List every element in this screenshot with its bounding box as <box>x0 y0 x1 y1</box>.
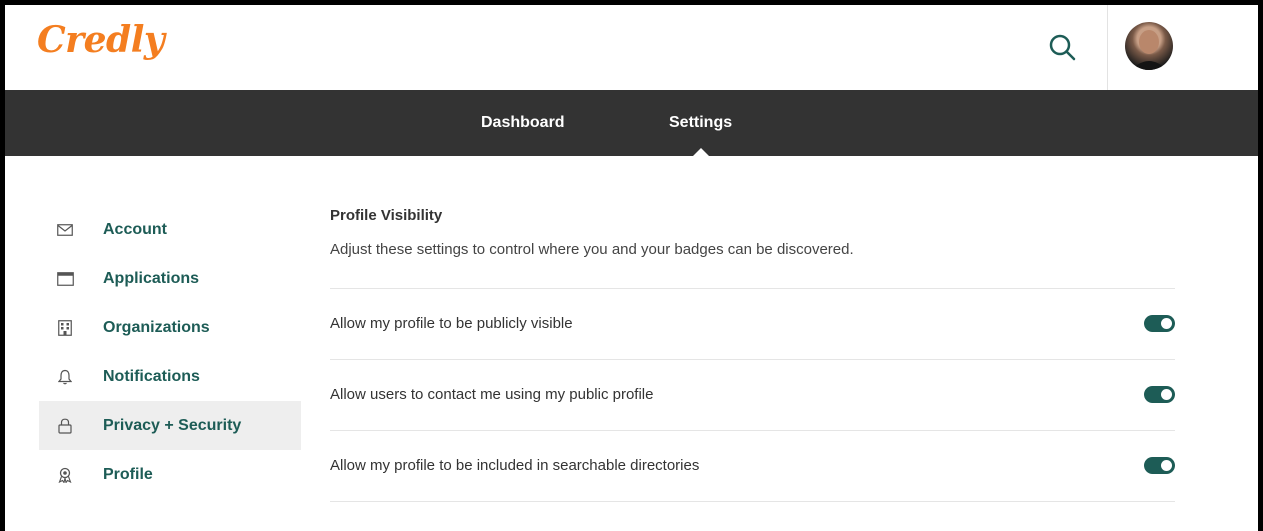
setting-row-public-visibility: Allow my profile to be publicly visible <box>330 288 1175 359</box>
settings-sidebar: Account Applications Organizations Notif… <box>39 205 301 499</box>
tab-dashboard[interactable]: Dashboard <box>481 90 565 156</box>
setting-row-searchable-directories: Allow my profile to be included in searc… <box>330 430 1175 502</box>
searchable-directories-toggle[interactable] <box>1144 457 1175 474</box>
section-title: Profile Visibility <box>330 207 443 224</box>
sidebar-item-label: Privacy + Security <box>103 416 242 434</box>
setting-label: Allow users to contact me using my publi… <box>330 386 654 403</box>
avatar[interactable] <box>1125 22 1173 70</box>
setting-label: Allow my profile to be publicly visible <box>330 315 573 332</box>
sidebar-item-profile[interactable]: Profile <box>39 450 301 499</box>
section-description: Adjust these settings to control where y… <box>330 241 854 258</box>
lock-icon <box>55 416 75 436</box>
window-icon <box>55 269 75 289</box>
public-visibility-toggle[interactable] <box>1144 315 1175 332</box>
top-header: Credly <box>5 5 1258 90</box>
badge-icon <box>55 465 75 485</box>
search-icon[interactable] <box>1045 30 1081 66</box>
toggle-knob <box>1161 460 1172 471</box>
credly-logo[interactable]: Credly <box>37 19 165 61</box>
main-navbar: Dashboard Settings <box>5 90 1258 156</box>
sidebar-item-label: Account <box>103 220 167 238</box>
app-window: Credly Dashboard Settings Account Applic… <box>0 0 1263 531</box>
sidebar-item-organizations[interactable]: Organizations <box>39 303 301 352</box>
sidebar-item-privacy-security[interactable]: Privacy + Security <box>39 401 301 450</box>
building-icon <box>55 318 75 338</box>
tab-settings[interactable]: Settings <box>669 90 732 156</box>
toggle-knob <box>1161 389 1172 400</box>
sidebar-item-label: Profile <box>103 465 153 483</box>
bell-icon <box>55 367 75 387</box>
toggle-knob <box>1161 318 1172 329</box>
setting-row-contact: Allow users to contact me using my publi… <box>330 359 1175 430</box>
active-tab-indicator <box>692 148 710 157</box>
contact-toggle[interactable] <box>1144 386 1175 403</box>
sidebar-item-label: Organizations <box>103 318 210 336</box>
sidebar-item-account[interactable]: Account <box>39 205 301 254</box>
header-divider <box>1107 5 1108 90</box>
sidebar-item-notifications[interactable]: Notifications <box>39 352 301 401</box>
sidebar-item-label: Applications <box>103 269 200 287</box>
sidebar-item-label: Notifications <box>103 367 200 385</box>
sidebar-item-applications[interactable]: Applications <box>39 254 301 303</box>
setting-label: Allow my profile to be included in searc… <box>330 457 700 474</box>
mail-icon <box>55 220 75 240</box>
